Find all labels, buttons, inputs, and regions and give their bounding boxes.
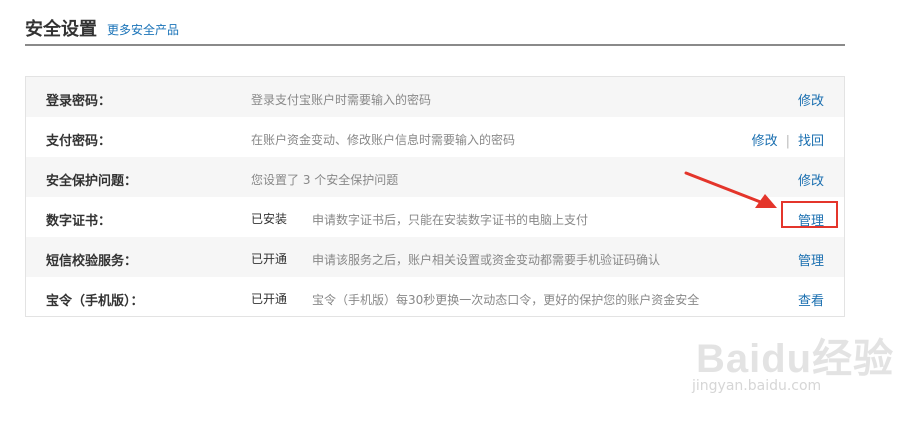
row-name: 登录密码： — [46, 94, 112, 109]
row-description: 在账户资金变动、修改账户信息时需要输入的密码 — [251, 133, 516, 147]
row-description: 登录支付宝账户时需要输入的密码 — [251, 93, 432, 107]
page-title: 安全设置 — [25, 19, 97, 40]
recover-link[interactable]: 找回 — [798, 134, 824, 149]
modify-link[interactable]: 修改 — [798, 94, 824, 109]
row-actions: 修改 | 找回 — [752, 130, 824, 149]
annotation-arrow-icon — [684, 171, 777, 208]
row-description: 您设置了 3 个安全保护问题 — [251, 173, 399, 187]
row-name: 宝令（手机版）： — [46, 294, 144, 309]
view-link[interactable]: 查看 — [798, 294, 824, 309]
row-status: 已安装 — [251, 212, 288, 226]
baidu-jingyan-watermark: Baidu经验 jingyan.baidu.com — [692, 322, 893, 406]
row-actions: 管理 — [798, 250, 824, 269]
row-actions: 修改 — [798, 170, 824, 189]
modify-link[interactable]: 修改 — [752, 134, 778, 149]
highlight-box — [781, 201, 838, 228]
row-token-mobile: 宝令（手机版）： 已开通 宝令（手机版）每30秒更换一次动态口令，更好的保护您的… — [26, 277, 844, 317]
row-name: 短信校验服务： — [46, 254, 138, 269]
row-status: 已开通 — [251, 292, 288, 306]
manage-link[interactable]: 管理 — [798, 254, 824, 269]
row-status: 已开通 — [251, 252, 288, 266]
row-description: 申请数字证书后，只能在安装数字证书的电脑上支付 — [312, 213, 589, 227]
row-actions: 修改 — [798, 90, 824, 109]
row-payment-password: 支付密码： 在账户资金变动、修改账户信息时需要输入的密码 修改 | 找回 — [26, 117, 844, 157]
row-description: 申请该服务之后，账户相关设置或资金变动都需要手机验证码确认 — [312, 253, 661, 267]
row-name: 支付密码： — [46, 134, 112, 149]
row-sms-verification: 短信校验服务： 已开通 申请该服务之后，账户相关设置或资金变动都需要手机验证码确… — [26, 237, 844, 277]
more-security-products-link[interactable]: 更多安全产品 — [107, 21, 179, 38]
row-name: 数字证书： — [46, 214, 112, 229]
action-separator: | — [785, 134, 790, 149]
watermark-logo: Baidu经验 — [696, 337, 895, 381]
page-header: 安全设置 更多安全产品 — [25, 14, 845, 46]
row-name: 安全保护问题： — [46, 174, 138, 189]
row-login-password: 登录密码： 登录支付宝账户时需要输入的密码 修改 — [26, 77, 844, 117]
watermark-url: jingyan.baidu.com — [692, 378, 822, 394]
row-actions: 查看 — [798, 290, 824, 309]
modify-link[interactable]: 修改 — [798, 174, 824, 189]
row-description: 宝令（手机版）每30秒更换一次动态口令，更好的保护您的账户资金安全 — [312, 293, 700, 307]
